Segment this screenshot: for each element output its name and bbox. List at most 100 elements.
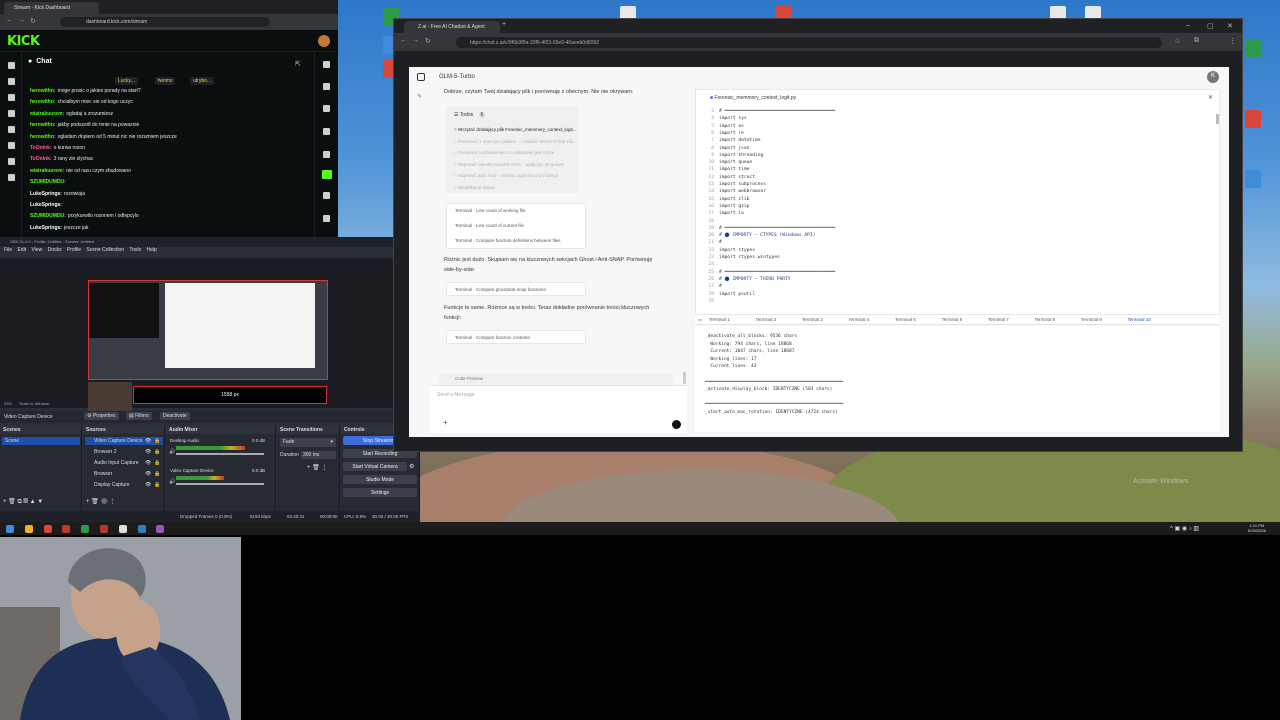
terminal-tab[interactable]: Terminal 6 — [942, 317, 963, 322]
address-bar[interactable]: dashboard.kick.com/stream — [60, 17, 270, 27]
terminal-tab[interactable]: Terminal 7 — [988, 317, 1009, 322]
menu-view[interactable]: View — [31, 247, 42, 253]
duration-input[interactable]: 300 ms — [301, 451, 336, 459]
source-add-icon[interactable]: + 🗑 ⚙ ⋮ — [86, 498, 116, 505]
back-icon[interactable]: ← — [6, 17, 13, 24]
menu-profile[interactable]: Profile — [67, 247, 81, 253]
app-icon[interactable] — [119, 525, 127, 533]
stream-icon[interactable] — [8, 78, 15, 85]
visibility-eye-icon[interactable]: 👁 — [145, 449, 151, 455]
menu-scene-collection[interactable]: Scene Collection — [86, 247, 124, 253]
close-icon[interactable] — [323, 105, 330, 112]
source-item[interactable]: Video Capture Device 👁 🔒 — [85, 437, 163, 445]
scene-add-icon[interactable]: + 🗑 ⧉ ▤ ▲ ▼ — [3, 498, 43, 506]
lock-icon[interactable]: 🔒 — [154, 449, 160, 455]
chat-username[interactable]: LukeSprings: — [30, 225, 62, 231]
visibility-eye-icon[interactable]: 👁 — [145, 438, 151, 444]
chat-username[interactable]: wiatrakuurem: — [30, 168, 64, 174]
tools-icon[interactable] — [8, 142, 15, 149]
trophy-icon[interactable] — [8, 110, 15, 117]
close-panel-icon[interactable]: ✕ — [1208, 94, 1213, 101]
transition-select[interactable]: Fade ▾ — [280, 438, 336, 447]
edit-icon[interactable]: ✎ — [417, 93, 422, 100]
new-chat-icon[interactable] — [417, 73, 425, 81]
app-icon[interactable] — [156, 525, 164, 533]
clock[interactable]: 1:11 PM 5/29/2026 — [1248, 523, 1266, 533]
terminal-tab[interactable]: Terminal 1 — [709, 317, 730, 322]
scale-mode[interactable]: Scale to Window — [19, 401, 49, 406]
chat-username[interactable]: LukeSprings: — [30, 191, 62, 197]
chat-username[interactable]: wiatrakuurem: — [30, 111, 64, 117]
info-icon[interactable] — [323, 61, 330, 68]
terminal-tab[interactable]: Terminal 9 — [1081, 317, 1102, 322]
menu-tools[interactable]: Tools — [129, 247, 141, 253]
extensions-icon[interactable]: ⧉ — [1194, 37, 1199, 45]
bookmark-star-icon[interactable]: ☆ — [1174, 37, 1180, 45]
visibility-eye-icon[interactable]: 👁 — [145, 471, 151, 477]
chat-scrollbar[interactable] — [683, 372, 686, 384]
filters-button[interactable]: ▤ Filters — [126, 412, 152, 420]
obs-preview[interactable]: 1558 px — [0, 258, 420, 422]
kick-logo[interactable]: KICK — [7, 34, 40, 49]
app-icon[interactable] — [62, 525, 70, 533]
code-scrollbar[interactable] — [1216, 114, 1219, 124]
address-bar[interactable]: https://chat.z.ai/c/9f6b3f9a-33f6-4f23-9… — [456, 37, 1162, 48]
terminal-tab[interactable]: Terminal 3 — [802, 317, 823, 322]
chat-username[interactable]: ToOnInk: — [30, 145, 52, 151]
stop-generation-button[interactable] — [672, 420, 681, 429]
source-item[interactable]: Browser 2 👁 🔒 — [85, 448, 163, 456]
menu-edit[interactable]: Edit — [17, 247, 26, 253]
terminal-panel-icon[interactable]: ▭ — [698, 317, 702, 323]
desktop-shortcut-icon[interactable] — [1245, 40, 1261, 58]
forward-icon[interactable]: → — [412, 37, 419, 44]
volume-slider[interactable] — [176, 453, 264, 455]
popout-icon[interactable]: ⇱ — [295, 60, 301, 68]
scene-item[interactable]: Scene — [2, 437, 80, 445]
gift-icon[interactable] — [323, 215, 330, 222]
brave-browser-icon[interactable] — [44, 525, 52, 533]
terminal-tab[interactable]: Terminal 8 — [1035, 317, 1056, 322]
logout-icon[interactable] — [8, 174, 15, 181]
source-item[interactable]: Display Capture 👁 🔒 — [85, 481, 163, 489]
new-tab-icon[interactable]: + — [502, 21, 506, 28]
leaderboard-chip[interactable]: utrybo... — [190, 77, 215, 85]
source-item[interactable]: Browser 👁 🔒 — [85, 470, 163, 478]
terminal-call[interactable]: Terminal · Line count of current file — [455, 223, 524, 228]
pencil-icon[interactable] — [323, 83, 330, 90]
terminal-call[interactable]: Terminal · Compare function contents — [446, 330, 586, 344]
obs-icon[interactable] — [100, 525, 108, 533]
start-virtual-camera-button[interactable]: Start Virtual Camera — [343, 462, 407, 471]
home-icon[interactable] — [8, 62, 15, 69]
model-name[interactable]: GLM-5-Turbo — [439, 74, 475, 80]
chat-username[interactable]: herowithn: — [30, 122, 56, 128]
properties-button[interactable]: ⚙ Properties — [84, 412, 119, 420]
speaker-icon[interactable]: 🔊 — [169, 479, 175, 485]
start-windows-icon[interactable] — [6, 525, 14, 533]
settings-button[interactable]: Settings — [343, 488, 417, 497]
reload-icon[interactable]: ↻ — [30, 17, 36, 25]
menu-help[interactable]: Help — [146, 247, 156, 253]
back-icon[interactable]: ← — [400, 37, 407, 44]
message-input[interactable]: Send a Message — [437, 392, 475, 398]
attach-plus-icon[interactable]: + — [443, 418, 448, 427]
reload-icon[interactable]: ↻ — [425, 37, 431, 45]
terminal-call[interactable]: Terminal · Line count of working file — [455, 208, 526, 213]
terminal-call[interactable]: Terminal · Compare ghost/anti-snap funct… — [446, 282, 586, 296]
terminal-tab[interactable]: Terminal 4 — [849, 317, 870, 322]
chat-icon[interactable] — [8, 94, 15, 101]
lock-icon[interactable]: 🔒 — [154, 460, 160, 466]
minimize-icon[interactable]: – — [1186, 22, 1190, 29]
file-explorer-icon[interactable] — [25, 525, 33, 533]
todos-header[interactable]: ☰ Todos 6 — [454, 112, 486, 118]
visibility-eye-icon[interactable]: 👁 — [145, 482, 151, 488]
forward-icon[interactable]: → — [18, 17, 25, 24]
browser-tab[interactable]: Z.ai - Free AI Chatbot & Agent — [404, 21, 500, 33]
chat-active-icon[interactable] — [322, 170, 332, 179]
system-tray-icons[interactable]: ^ ▣ ◉ ♪ ▥ — [1170, 525, 1199, 532]
speaker-icon[interactable]: 🔊 — [169, 449, 175, 455]
chat-username[interactable]: SZUMIDUMDU: — [30, 213, 66, 219]
maximize-icon[interactable]: ▢ — [1207, 22, 1214, 30]
visibility-eye-icon[interactable]: 👁 — [145, 460, 151, 466]
users-icon[interactable] — [8, 126, 15, 133]
leaderboard-chip[interactable]: twoms — [155, 77, 176, 85]
